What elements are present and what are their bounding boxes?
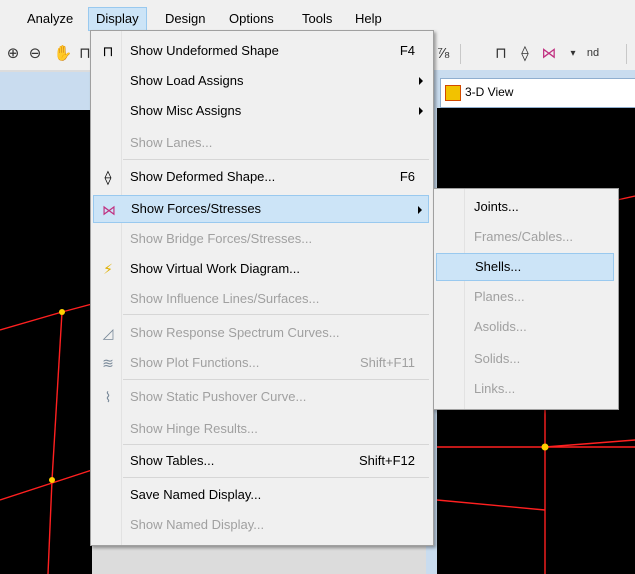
- menu-item-show-misc-assigns[interactable]: Show Misc Assigns: [93, 97, 429, 125]
- menu-item-show-plot-functions[interactable]: ≋ Show Plot Functions... Shift+F11: [93, 349, 429, 377]
- menu-item-show-response-spectrum[interactable]: ◿ Show Response Spectrum Curves...: [93, 319, 429, 347]
- deformed-shape-icon: ⟠: [104, 169, 112, 185]
- lightning-icon: ⚡: [103, 261, 113, 277]
- response-spectrum-icon: ◿: [102, 325, 114, 341]
- submenu-item-planes[interactable]: Planes...: [436, 283, 614, 311]
- menu-item-show-virtual-work[interactable]: ⚡ Show Virtual Work Diagram...: [93, 255, 429, 283]
- undeformed-shape-icon: ⊓: [102, 43, 114, 59]
- plot-functions-icon: ≋: [102, 355, 114, 371]
- frame-line: [0, 469, 93, 501]
- menu-item-show-hinge-results[interactable]: Show Hinge Results...: [93, 415, 429, 443]
- menu-separator: [123, 159, 429, 160]
- menu-separator: [123, 444, 429, 445]
- submenu-item-links[interactable]: Links...: [436, 375, 614, 403]
- submenu-arrow-icon: [418, 206, 422, 214]
- forces-stresses-icon: ⋈: [102, 202, 116, 218]
- menu-item-show-load-assigns[interactable]: Show Load Assigns: [93, 67, 429, 95]
- joint-node: [49, 477, 55, 483]
- submenu-item-joints[interactable]: Joints...: [436, 193, 614, 221]
- submenu-item-solids[interactable]: Solids...: [436, 345, 614, 373]
- frame-line: [616, 195, 635, 201]
- menu-item-save-named-display[interactable]: Save Named Display...: [93, 481, 429, 509]
- menu-item-show-lanes[interactable]: Show Lanes...: [93, 129, 429, 157]
- menu-separator: [123, 379, 429, 380]
- menu-separator: [123, 477, 429, 478]
- frame-line: [61, 303, 93, 313]
- forces-stresses-submenu: Joints... Frames/Cables... Shells... Pla…: [433, 188, 619, 410]
- submenu-arrow-icon: [419, 107, 423, 115]
- menu-item-show-deformed-shape[interactable]: ⟠ Show Deformed Shape... F6: [93, 163, 429, 191]
- menu-item-show-forces-stresses[interactable]: ⋈ Show Forces/Stresses: [93, 195, 429, 223]
- submenu-arrow-icon: [419, 77, 423, 85]
- menu-item-show-pushover-curve[interactable]: ⌇ Show Static Pushover Curve...: [93, 383, 429, 411]
- display-menu: ⊓ Show Undeformed Shape F4 Show Load Ass…: [90, 30, 434, 546]
- frame-line: [544, 439, 635, 448]
- pushover-curve-icon: ⌇: [104, 389, 112, 405]
- submenu-item-asolids[interactable]: Asolids...: [436, 313, 614, 341]
- joint-node: [541, 443, 549, 451]
- menu-separator: [123, 314, 429, 315]
- frame-line: [0, 311, 63, 331]
- frame-line: [51, 311, 63, 481]
- menu-item-show-undeformed-shape[interactable]: ⊓ Show Undeformed Shape F4: [93, 37, 429, 65]
- menu-item-show-influence-lines[interactable]: Show Influence Lines/Surfaces...: [93, 285, 429, 313]
- submenu-item-frames-cables[interactable]: Frames/Cables...: [436, 223, 614, 251]
- menu-item-show-named-display[interactable]: Show Named Display...: [93, 511, 429, 539]
- submenu-item-shells[interactable]: Shells...: [436, 253, 614, 281]
- frame-line: [436, 499, 546, 511]
- menu-item-show-tables[interactable]: Show Tables... Shift+F12: [93, 447, 429, 475]
- joint-node: [59, 309, 65, 315]
- menu-item-show-bridge-forces[interactable]: Show Bridge Forces/Stresses...: [93, 225, 429, 253]
- frame-line: [47, 479, 53, 574]
